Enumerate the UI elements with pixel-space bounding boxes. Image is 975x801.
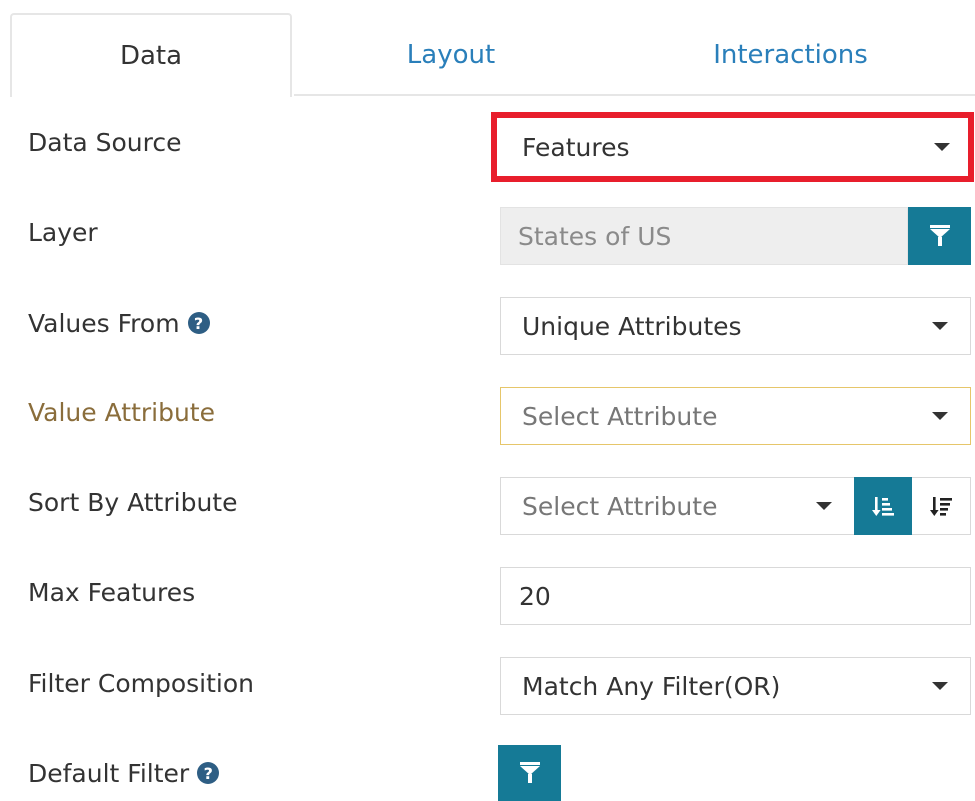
- layer-filter-button[interactable]: [908, 207, 971, 265]
- data-source-label: Data Source: [28, 122, 182, 162]
- data-source-select[interactable]: Features: [491, 112, 974, 182]
- max-features-input[interactable]: 20: [500, 567, 971, 625]
- tab-data[interactable]: Data: [10, 13, 292, 97]
- widget-settings-panel: Data Layout Interactions Data Source Fea…: [0, 0, 975, 801]
- help-icon[interactable]: ?: [197, 762, 220, 784]
- layer-label: Layer: [28, 212, 98, 252]
- default-filter-label: Default Filter ?: [28, 753, 220, 793]
- filter-composition-label: Filter Composition: [28, 663, 254, 703]
- value-attribute-select[interactable]: Select Attribute: [500, 387, 971, 445]
- help-icon[interactable]: ?: [187, 312, 210, 334]
- caret-down-icon: [932, 412, 948, 420]
- max-features-value: 20: [519, 581, 551, 611]
- caret-down-icon: [932, 322, 948, 330]
- sort-ascending-icon: [872, 497, 894, 516]
- caret-down-icon: [934, 143, 950, 151]
- caret-down-icon: [816, 502, 832, 510]
- values-from-label-text: Values From: [28, 308, 180, 338]
- sort-by-label: Sort By Attribute: [28, 482, 237, 522]
- values-from-label: Values From ?: [28, 303, 210, 343]
- tab-layout[interactable]: Layout: [296, 13, 606, 96]
- max-features-label-text: Max Features: [28, 577, 196, 607]
- filter-composition-value: Match Any Filter(OR): [522, 671, 781, 701]
- data-source-label-text: Data Source: [28, 127, 182, 157]
- values-from-select[interactable]: Unique Attributes: [500, 297, 971, 355]
- sort-ascending-button[interactable]: [854, 477, 912, 535]
- sort-by-placeholder: Select Attribute: [522, 491, 718, 521]
- sort-descending-button[interactable]: [912, 477, 971, 535]
- filter-icon: [519, 762, 540, 784]
- default-filter-button[interactable]: [498, 745, 561, 801]
- value-attribute-label: Value Attribute: [28, 392, 215, 432]
- caret-down-icon: [932, 682, 948, 690]
- layer-input: States of US: [500, 207, 908, 265]
- filter-icon: [929, 225, 950, 247]
- filter-composition-select[interactable]: Match Any Filter(OR): [500, 657, 971, 715]
- filter-composition-label-text: Filter Composition: [28, 668, 254, 698]
- layer-label-text: Layer: [28, 217, 98, 247]
- default-filter-label-text: Default Filter: [28, 758, 190, 788]
- values-from-value: Unique Attributes: [522, 311, 742, 341]
- layer-value: States of US: [518, 221, 672, 251]
- tab-bar: Data Layout Interactions: [0, 0, 975, 97]
- sort-by-label-text: Sort By Attribute: [28, 487, 238, 517]
- sort-descending-icon: [930, 497, 952, 516]
- max-features-label: Max Features: [28, 572, 195, 612]
- value-attribute-placeholder: Select Attribute: [522, 401, 718, 431]
- sort-by-select[interactable]: Select Attribute: [500, 477, 854, 535]
- data-source-value: Features: [522, 132, 630, 162]
- value-attribute-label-text: Value Attribute: [28, 397, 215, 427]
- tab-interactions[interactable]: Interactions: [606, 13, 975, 96]
